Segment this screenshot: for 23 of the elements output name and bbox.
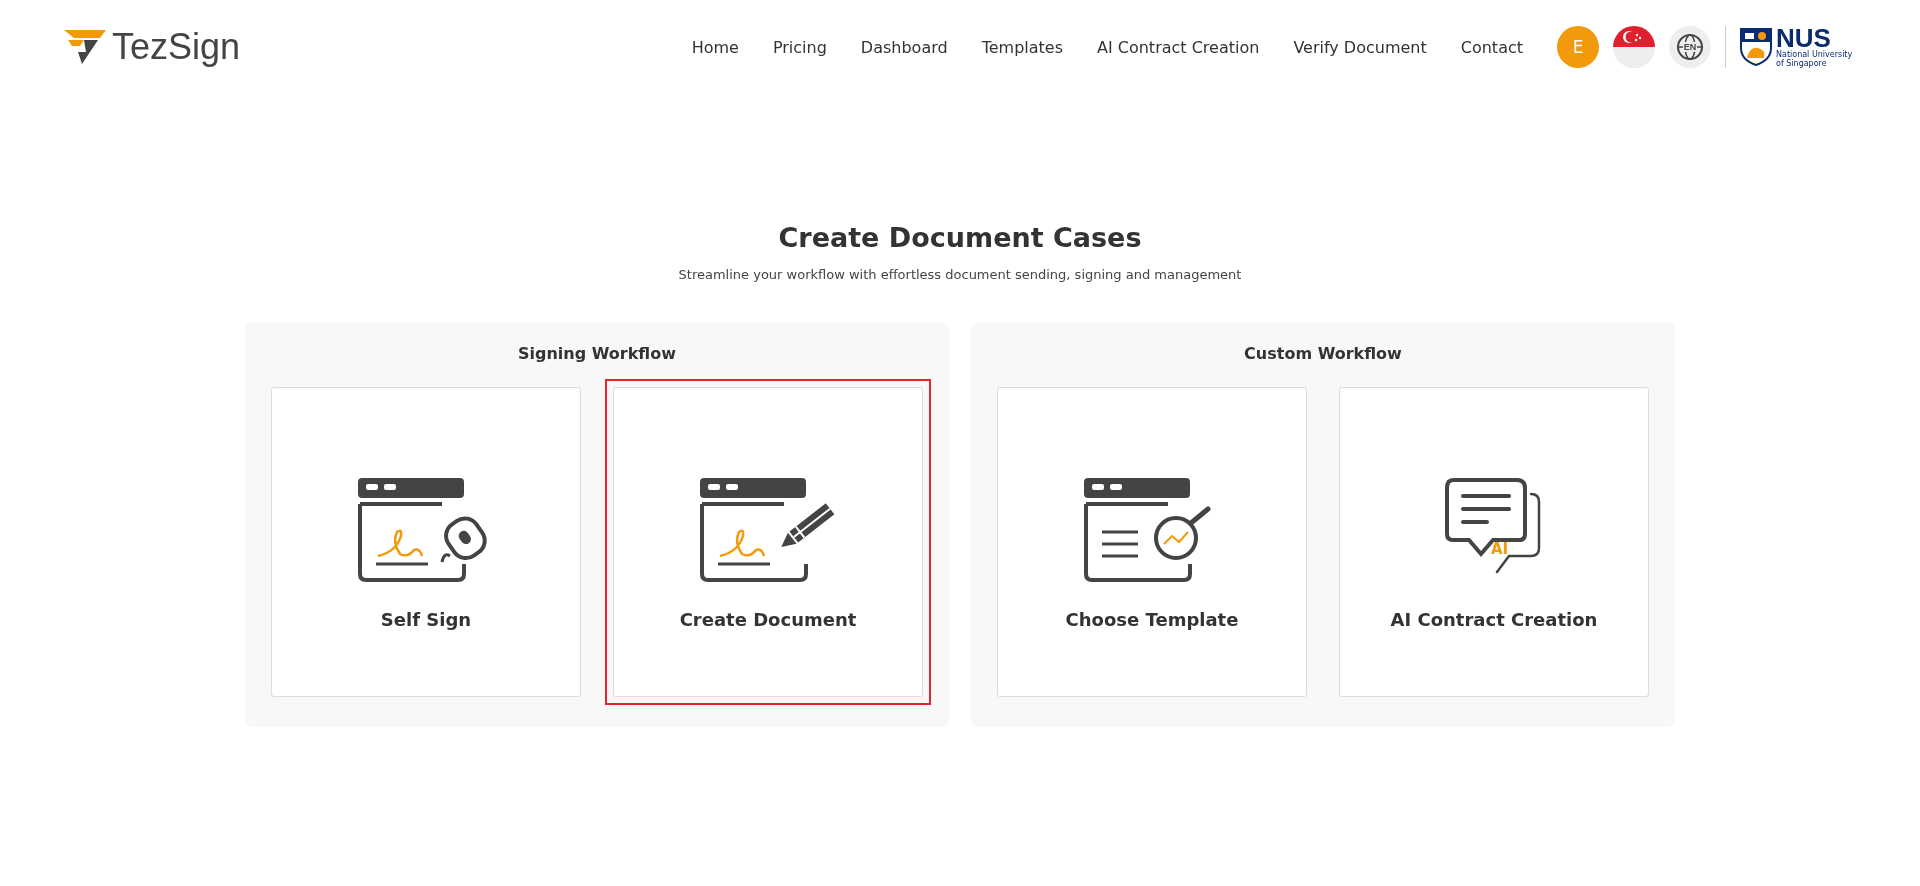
language-button[interactable]: EN bbox=[1669, 26, 1711, 68]
nav-link[interactable]: Verify Document bbox=[1293, 37, 1427, 57]
ai-label: AI bbox=[1491, 540, 1509, 558]
globe-icon bbox=[1675, 32, 1705, 62]
partner-subtitle: National University of Singapore bbox=[1776, 51, 1854, 69]
nav-link[interactable]: AI Contract Creation bbox=[1097, 37, 1260, 57]
card-label: AI Contract Creation bbox=[1390, 609, 1598, 630]
logo-text: TezSign bbox=[112, 26, 241, 68]
crest-icon bbox=[1740, 28, 1772, 66]
panel-title: Signing Workflow bbox=[518, 344, 676, 363]
panel-title: Custom Workflow bbox=[1244, 344, 1402, 363]
nav-link[interactable]: Contact bbox=[1460, 37, 1523, 57]
card-label: Self Sign bbox=[380, 609, 472, 630]
nav-link[interactable]: Pricing bbox=[772, 37, 827, 57]
nav-link[interactable]: Dashboard bbox=[860, 37, 948, 57]
card-label: Create Document bbox=[679, 609, 857, 630]
nav-link[interactable]: Home bbox=[691, 37, 739, 57]
page-subtitle: Streamline your workflow with effortless document sending, signing and management bbox=[678, 267, 1242, 282]
workflow-card[interactable]: Create Document bbox=[605, 379, 931, 705]
card-label: Choose Template bbox=[1065, 609, 1239, 630]
page-title: Create Document Cases bbox=[778, 222, 1142, 253]
nav-link[interactable]: Templates bbox=[981, 37, 1063, 57]
logo-icon bbox=[64, 30, 106, 64]
